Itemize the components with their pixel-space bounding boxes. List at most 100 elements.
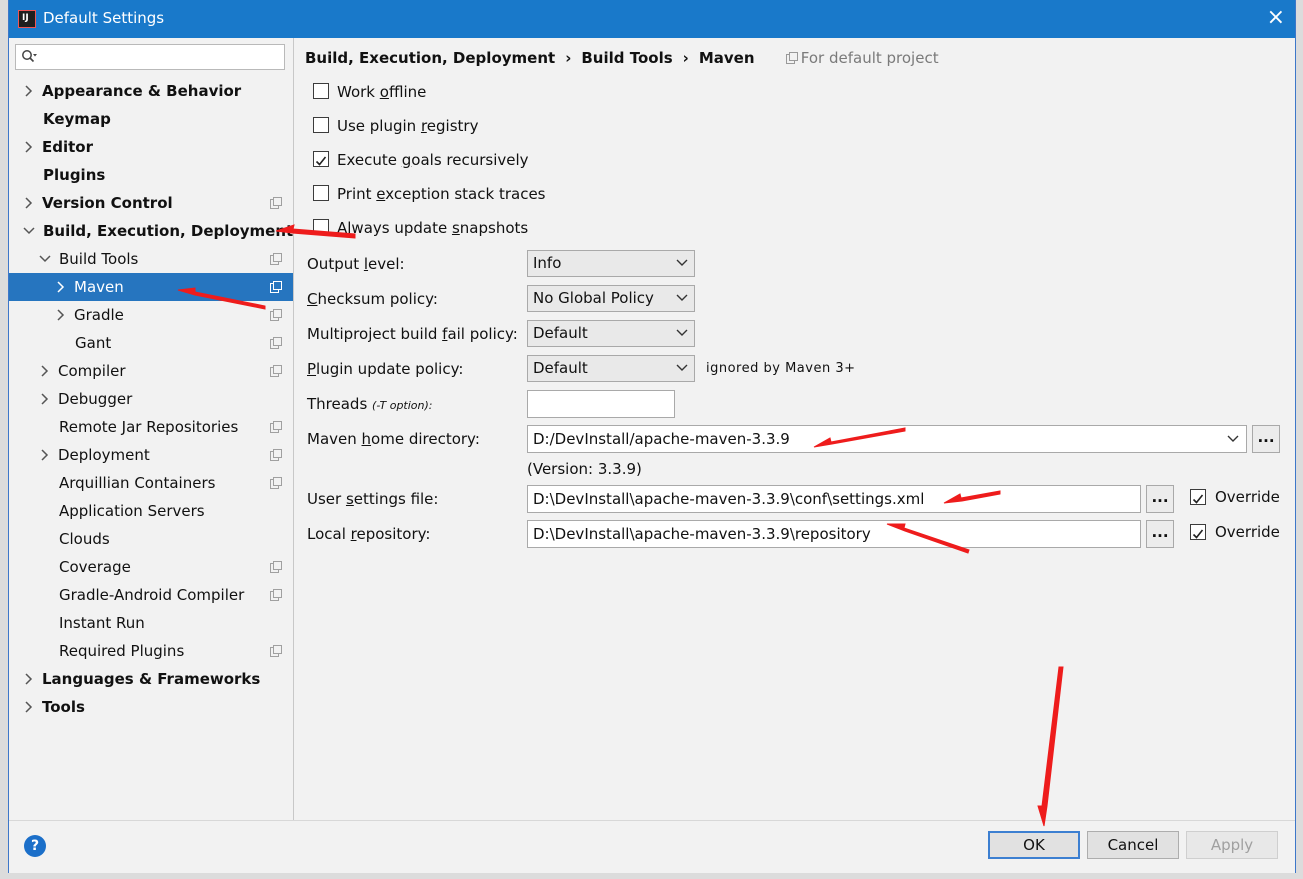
chevron-down-icon [1227,435,1239,442]
breadcrumb-build-execution: Build, Execution, Deployment [305,49,556,67]
sidebar-item-label: Gradle-Android Compiler [59,586,245,604]
threads-label: Threads (-T option): [307,395,433,413]
maven-home-combo[interactable]: D:/DevInstall/apache-maven-3.3.9 [527,425,1247,453]
sidebar-item[interactable]: Keymap [9,105,293,133]
sidebar-item[interactable]: Compiler [9,357,293,385]
chevron-right-icon[interactable] [22,665,36,693]
local-repository-input[interactable]: D:\DevInstall\apache-maven-3.3.9\reposit… [527,520,1141,548]
dialog-footer: ? OK Cancel Apply [9,820,1295,873]
chevron-right-icon[interactable] [38,357,52,385]
chevron-down-icon [676,294,688,301]
chevron-right-icon[interactable] [54,273,68,301]
project-scope-icon [270,197,282,209]
sidebar-item[interactable]: Coverage [9,553,293,581]
sidebar-item[interactable]: Build Tools [9,245,293,273]
chevron-right-icon[interactable] [22,133,36,161]
sidebar-item[interactable]: Instant Run [9,609,293,637]
breadcrumb-separator: › [682,49,689,67]
sidebar-item[interactable]: Deployment [9,441,293,469]
sidebar-item-label: Coverage [59,558,131,576]
maven-home-label: Maven home directory: [307,430,480,448]
chevron-right-icon[interactable] [22,693,36,721]
project-scope-icon [270,281,282,293]
user-settings-browse-button[interactable]: ... [1146,485,1174,513]
chevron-right-icon[interactable] [22,189,36,217]
sidebar-item[interactable]: Application Servers [9,497,293,525]
output-level-label: Output level: [307,255,405,273]
sidebar-item-label: Build Tools [59,250,139,268]
checkbox[interactable] [313,151,329,167]
override-checkbox[interactable] [1190,524,1206,540]
checkbox-label: Always update snapshots [337,219,529,237]
user-settings-label: User settings file: [307,490,439,508]
maven-home-browse-button[interactable]: ... [1252,425,1280,453]
chevron-right-icon[interactable] [54,301,68,329]
sidebar-item-label: Clouds [59,530,110,548]
search-icon [22,50,37,63]
sidebar-item[interactable]: Debugger [9,385,293,413]
checksum-policy-select[interactable]: No Global Policy [527,285,695,312]
sidebar-item[interactable]: Gradle [9,301,293,329]
project-scope-icon [270,561,282,573]
maven-version-label: (Version: 3.3.9) [527,460,642,478]
sidebar-item[interactable]: Editor [9,133,293,161]
sidebar-item-label: Gant [75,334,112,352]
project-scope-icon [270,645,282,657]
sidebar-item[interactable]: Appearance & Behavior [9,77,293,105]
sidebar-item[interactable]: Plugins [9,161,293,189]
sidebar-item[interactable]: Arquillian Containers [9,469,293,497]
sidebar-item[interactable]: Clouds [9,525,293,553]
close-icon[interactable]: × [1267,6,1285,30]
sidebar-item[interactable]: Maven [9,273,293,301]
background-window-right [1295,0,1303,879]
cancel-button[interactable]: Cancel [1087,831,1179,859]
multiproject-policy-select[interactable]: Default [527,320,695,347]
help-icon[interactable]: ? [24,835,46,857]
chevron-right-icon[interactable] [22,77,36,105]
override-checkbox[interactable] [1190,489,1206,505]
sidebar-item-label: Gradle [74,306,124,324]
sidebar-item[interactable]: Build, Execution, Deployment [9,217,293,245]
sidebar-item-label: Application Servers [59,502,205,520]
title-bar: IJ Default Settings × [9,0,1295,38]
chevron-right-icon[interactable] [38,441,52,469]
sidebar-item[interactable]: Tools [9,693,293,721]
sidebar-item-label: Deployment [58,446,150,464]
chevron-down-icon [676,329,688,336]
chevron-down-icon [676,364,688,371]
ok-button[interactable]: OK [988,831,1080,859]
sidebar-item-label: Remote Jar Repositories [59,418,239,436]
checkbox-label: Use plugin registry [337,117,479,135]
checkmark-icon [1192,494,1204,504]
sidebar-item-label: Keymap [43,110,111,128]
sidebar-item-label: Plugins [43,166,106,184]
settings-sidebar: Appearance & Behavior Keymap Editor Plugins… [9,38,294,820]
chevron-down-icon[interactable] [22,217,36,245]
project-scope-icon [270,449,282,461]
checkbox[interactable] [313,117,329,133]
sidebar-item[interactable]: Gradle-Android Compiler [9,581,293,609]
threads-input[interactable] [527,390,675,418]
checkbox-label: Execute goals recursively [337,151,529,169]
checkbox[interactable] [313,83,329,99]
apply-button[interactable]: Apply [1186,831,1278,859]
sidebar-item[interactable]: Gant [9,329,293,357]
output-level-select[interactable]: Info [527,250,695,277]
user-settings-input[interactable]: D:\DevInstall\apache-maven-3.3.9\conf\se… [527,485,1141,513]
settings-search-input[interactable] [15,44,285,70]
project-scope-icon [270,477,282,489]
local-repository-label: Local repository: [307,525,431,543]
checkbox-label: Print exception stack traces [337,185,546,203]
sidebar-item[interactable]: Required Plugins [9,637,293,665]
checkbox[interactable] [313,185,329,201]
sidebar-item[interactable]: Version Control [9,189,293,217]
chevron-down-icon [676,259,688,266]
chevron-down-icon[interactable] [38,245,52,273]
sidebar-item[interactable]: Remote Jar Repositories [9,413,293,441]
sidebar-item[interactable]: Languages & Frameworks [9,665,293,693]
plugin-update-policy-select[interactable]: Default [527,355,695,382]
local-repository-browse-button[interactable]: ... [1146,520,1174,548]
chevron-right-icon[interactable] [38,385,52,413]
checkbox[interactable] [313,219,329,235]
sidebar-item-label: Compiler [58,362,126,380]
